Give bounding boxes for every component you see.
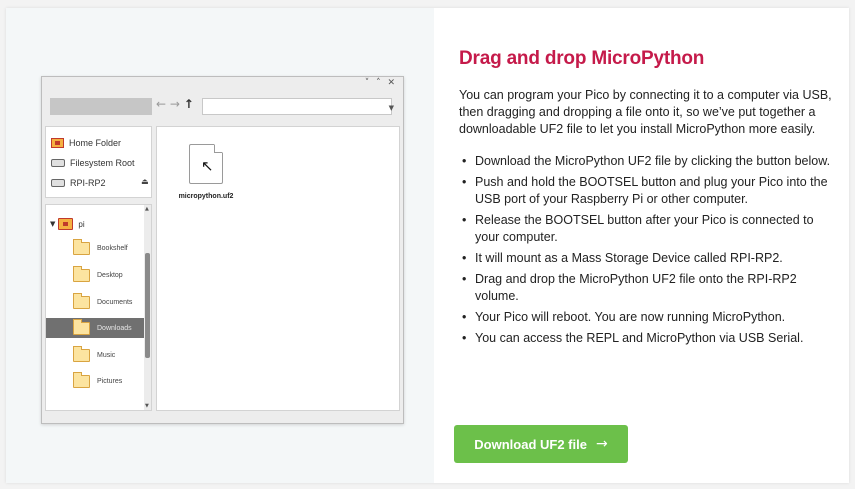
tree-item-documents[interactable]: Documents bbox=[46, 292, 145, 312]
tree-item-desktop[interactable]: Desktop bbox=[46, 265, 145, 285]
instructions-content: Drag and drop MicroPython You can progra… bbox=[459, 48, 841, 351]
path-bar[interactable] bbox=[50, 98, 152, 115]
folder-icon bbox=[73, 345, 90, 362]
tree-item-bookshelf[interactable]: Bookshelf bbox=[46, 238, 145, 258]
file-manager-toolbar: ← → ↑ ▼ bbox=[50, 97, 397, 116]
list-item: You can access the REPL and MicroPython … bbox=[459, 330, 841, 347]
folder-tree-panel: ▼ pi Bookshelf Desktop Documents Downloa… bbox=[45, 204, 152, 411]
drive-icon bbox=[51, 159, 65, 167]
intro-paragraph: You can program your Pico by connecting … bbox=[459, 88, 832, 136]
place-filesystem-root[interactable]: Filesystem Root bbox=[51, 155, 135, 171]
download-button-label: Download UF2 file bbox=[474, 436, 587, 452]
expand-triangle-icon[interactable]: ▼ bbox=[50, 220, 55, 228]
place-label: RPI-RP2 bbox=[70, 178, 106, 188]
tree-item-pictures[interactable]: Pictures bbox=[46, 371, 145, 391]
tree-item-music[interactable]: Music bbox=[46, 345, 145, 365]
places-panel: Home Folder Filesystem Root RPI-RP2 ⏏ bbox=[45, 126, 152, 198]
download-uf2-button[interactable]: Download UF2 file → bbox=[454, 425, 628, 463]
place-home-folder[interactable]: Home Folder bbox=[51, 135, 121, 151]
scroll-down-icon[interactable]: ▼ bbox=[145, 403, 149, 409]
tree-item-label: Downloads bbox=[97, 324, 132, 332]
window-controls[interactable]: ˅ ˄ ✕ bbox=[365, 78, 397, 88]
scrollbar-thumb[interactable] bbox=[145, 253, 150, 358]
mouse-cursor-icon: ↖ bbox=[201, 157, 214, 175]
folder-icon bbox=[73, 238, 90, 255]
illustration-panel: ˅ ˄ ✕ ← → ↑ ▼ Home Folder Filesystem Roo… bbox=[6, 8, 434, 483]
file-corner-fold bbox=[214, 144, 223, 153]
folder-icon bbox=[73, 371, 90, 388]
nav-buttons: ← → ↑ bbox=[156, 97, 194, 111]
steps-list: Download the MicroPython UF2 file by cli… bbox=[459, 153, 841, 347]
home-folder-icon bbox=[58, 218, 74, 230]
file-view-pane: ↖ micropython.uf2 bbox=[156, 126, 400, 411]
back-arrow-icon[interactable]: ← bbox=[156, 97, 166, 111]
arrow-right-icon: → bbox=[595, 436, 608, 452]
drive-icon bbox=[51, 179, 65, 187]
file-manager-window: ˅ ˄ ✕ ← → ↑ ▼ Home Folder Filesystem Roo… bbox=[41, 76, 404, 424]
folder-icon bbox=[73, 292, 90, 309]
scroll-up-icon[interactable]: ▲ bbox=[145, 206, 149, 212]
tree-item-label: Documents bbox=[97, 298, 133, 306]
list-item: Push and hold the BOOTSEL button and plu… bbox=[459, 174, 841, 208]
list-item: Download the MicroPython UF2 file by cli… bbox=[459, 153, 841, 170]
list-item: Your Pico will reboot. You are now runni… bbox=[459, 309, 841, 326]
address-dropdown-icon[interactable]: ▼ bbox=[389, 104, 394, 112]
list-item: Drag and drop the MicroPython UF2 file o… bbox=[459, 271, 841, 305]
place-rpi-rp2[interactable]: RPI-RP2 ⏏ bbox=[51, 175, 151, 191]
forward-arrow-icon[interactable]: → bbox=[170, 97, 180, 111]
tree-item-label: Bookshelf bbox=[97, 244, 128, 252]
list-item: It will mount as a Mass Storage Device c… bbox=[459, 250, 841, 267]
tree-scrollbar[interactable]: ▲ ▼ bbox=[144, 205, 151, 410]
folder-icon bbox=[73, 318, 90, 335]
tree-root-label: pi bbox=[78, 219, 85, 229]
tree-root-pi[interactable]: ▼ pi bbox=[50, 217, 85, 231]
tree-item-downloads[interactable]: Downloads bbox=[46, 318, 145, 338]
list-item: Release the BOOTSEL button after your Pi… bbox=[459, 212, 841, 246]
folder-icon bbox=[73, 265, 90, 282]
place-label: Filesystem Root bbox=[70, 158, 135, 168]
up-arrow-icon[interactable]: ↑ bbox=[184, 97, 194, 111]
tree-item-label: Music bbox=[97, 351, 116, 359]
file-name-label[interactable]: micropython.uf2 bbox=[157, 193, 255, 200]
tree-item-label: Pictures bbox=[97, 377, 123, 385]
content-card: ˅ ˄ ✕ ← → ↑ ▼ Home Folder Filesystem Roo… bbox=[6, 8, 849, 483]
tree-item-label: Desktop bbox=[97, 271, 123, 279]
page-title: Drag and drop MicroPython bbox=[459, 48, 705, 69]
address-field[interactable]: ▼ bbox=[202, 98, 394, 115]
home-folder-icon bbox=[51, 138, 64, 148]
eject-icon[interactable]: ⏏ bbox=[141, 177, 149, 186]
place-label: Home Folder bbox=[69, 138, 122, 148]
